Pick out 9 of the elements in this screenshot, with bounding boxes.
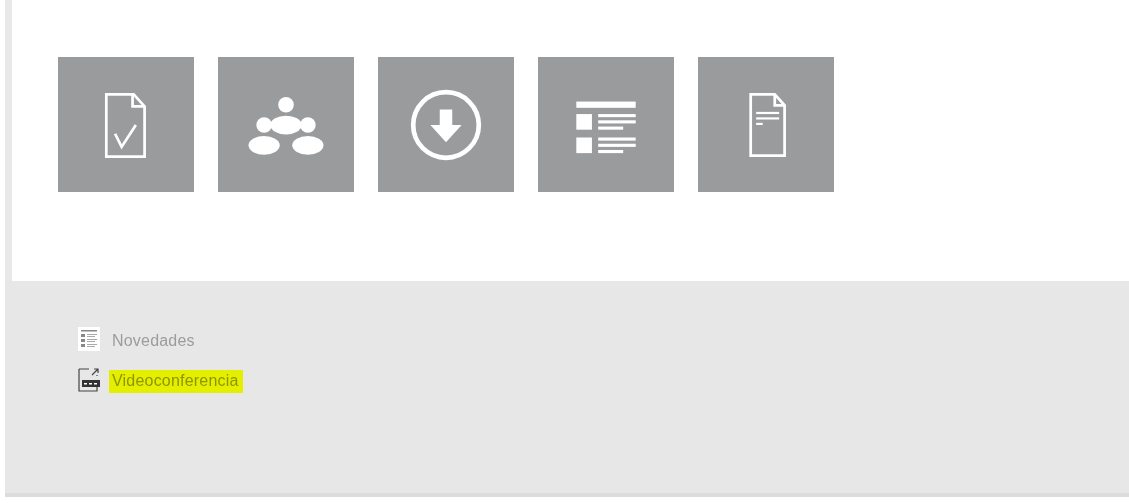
link[interactable]: Novedades: [109, 330, 199, 353]
tile-button[interactable]: [378, 57, 514, 192]
tile-button[interactable]: [538, 57, 674, 192]
tile-button[interactable]: [698, 57, 834, 192]
link[interactable]: Videoconferencia: [109, 370, 243, 393]
web-page-icon: [78, 367, 100, 393]
list-icon: [78, 325, 100, 353]
tile-button[interactable]: [58, 57, 194, 192]
tile-button[interactable]: [218, 57, 354, 192]
